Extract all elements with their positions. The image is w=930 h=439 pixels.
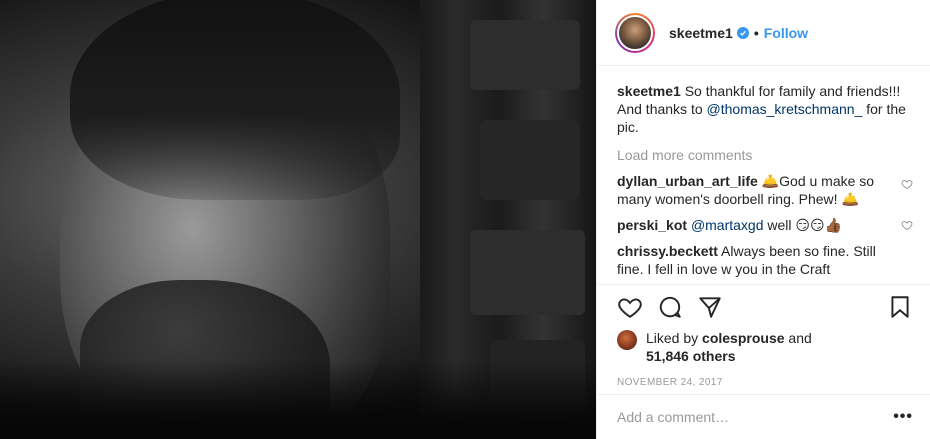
caption-username[interactable]: skeetme1 (617, 83, 681, 99)
likes-others-button[interactable]: 51,846 others (646, 348, 736, 364)
post-date[interactable]: NOVEMBER 24, 2017 (617, 377, 913, 388)
photo-brick (480, 120, 580, 200)
comment-username[interactable]: dyllan_urban_art_life (617, 173, 758, 189)
photo-shadow (0, 360, 596, 439)
instagram-post: skeetme1 • Follow skeetme1 So thankful f… (0, 0, 930, 439)
author-avatar[interactable] (617, 14, 653, 51)
load-more-comments-button[interactable]: Load more comments (617, 146, 913, 164)
post-actions: Liked by colesprouse and 51,846 others N… (597, 284, 930, 388)
photo-hair (70, 0, 400, 200)
likes-summary: Liked by colesprouse and 51,846 others (617, 329, 913, 365)
post-header: skeetme1 • Follow (597, 0, 930, 66)
comment-icon[interactable] (657, 294, 683, 320)
comment-item: chrissy.beckett Always been so fine. Sti… (617, 242, 913, 278)
action-icons-bar (617, 285, 913, 329)
share-icon[interactable] (697, 294, 723, 320)
comment-text: well 😏😏👍🏾 (767, 217, 843, 233)
author-username[interactable]: skeetme1 (669, 25, 733, 41)
more-options-button[interactable]: ••• (893, 408, 913, 426)
likes-conj: and (788, 330, 812, 346)
comment-username[interactable]: perski_kot (617, 217, 687, 233)
likes-prefix: Liked by (646, 330, 699, 346)
photo-brick (470, 20, 580, 90)
liker-avatar[interactable] (617, 330, 637, 350)
verified-badge-icon (736, 26, 749, 39)
author-avatar-ring[interactable] (615, 12, 655, 53)
separator-dot: • (753, 24, 759, 41)
comment-username[interactable]: chrissy.beckett (617, 243, 718, 259)
comment-mention[interactable]: @martaxgd (691, 217, 764, 233)
post-photo[interactable] (0, 0, 596, 439)
photo-brick (470, 230, 585, 315)
comment-item: perski_kot @martaxgd well 😏😏👍🏾 (617, 216, 913, 234)
liker-username[interactable]: colesprouse (702, 330, 784, 346)
bookmark-icon[interactable] (887, 294, 913, 320)
caption: skeetme1 So thankful for family and frie… (617, 82, 913, 136)
comment-item: dyllan_urban_art_life 🛎️God u make so ma… (617, 172, 913, 208)
follow-button[interactable]: Follow (764, 25, 808, 41)
post-side-panel: skeetme1 • Follow skeetme1 So thankful f… (596, 0, 930, 439)
likes-text: Liked by colesprouse and 51,846 others (646, 329, 812, 365)
add-comment-bar: ••• (597, 394, 930, 439)
heart-icon[interactable] (617, 294, 643, 320)
comments-list[interactable]: skeetme1 So thankful for family and frie… (597, 66, 930, 284)
comment-like-heart-icon[interactable] (901, 178, 913, 190)
add-comment-input[interactable] (617, 409, 894, 425)
caption-mention[interactable]: @thomas_kretschmann_ (707, 101, 863, 117)
comment-like-heart-icon[interactable] (901, 219, 913, 231)
